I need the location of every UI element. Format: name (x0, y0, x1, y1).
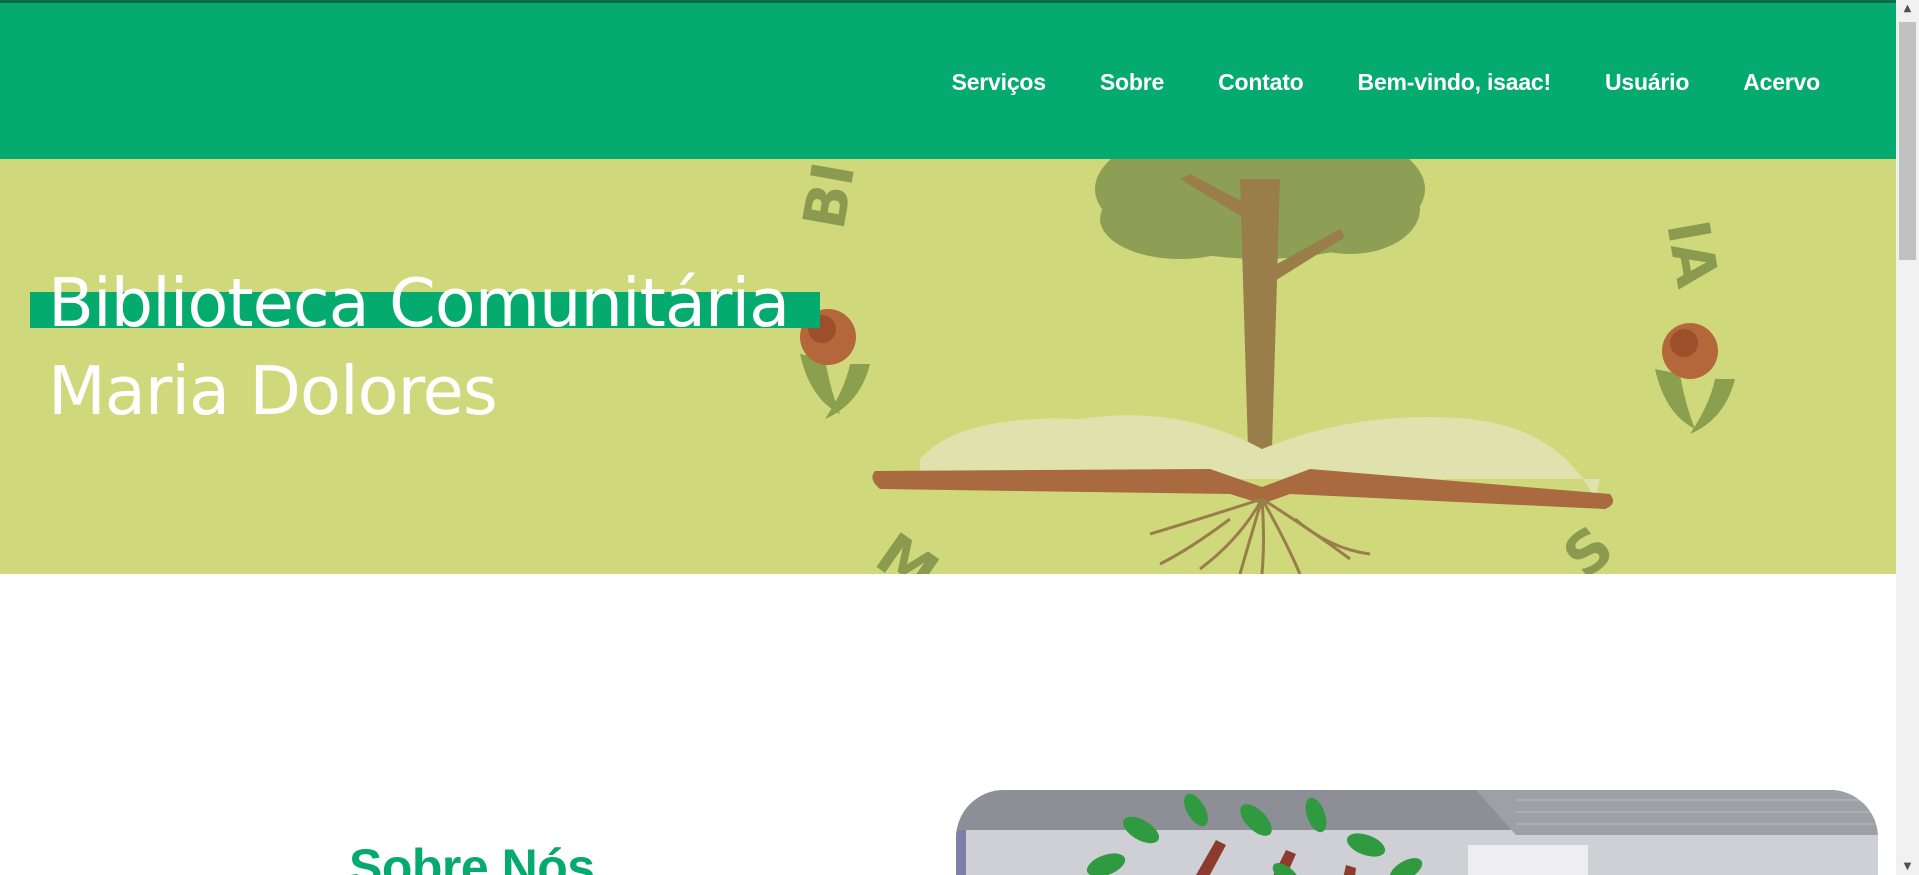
vertical-scrollbar[interactable]: ▲ ▼ (1896, 0, 1919, 875)
logo-letter-fragment: IA (1653, 215, 1732, 292)
roots-decoration (1149, 497, 1371, 574)
nav-usuario[interactable]: Usuário (1605, 69, 1689, 96)
about-section-title: Sobre Nós (349, 838, 595, 875)
page: Serviços Sobre Contato Bem-vindo, isaac!… (0, 0, 1919, 875)
scroll-up-arrow-icon[interactable]: ▲ (1896, 0, 1919, 17)
nav-sobre[interactable]: Sobre (1100, 69, 1164, 96)
flower-icon (1655, 323, 1735, 434)
logo-letter-fragment: S (1550, 513, 1626, 574)
scrollbar-thumb[interactable] (1899, 22, 1916, 260)
hero-title-line1: Biblioteca Comunitária (29, 259, 821, 347)
hero-banner: BI IA M S Biblioteca Comunitária Maria D… (0, 159, 1896, 574)
hero-title-line2: Maria Dolores (48, 351, 498, 430)
navbar: Serviços Sobre Contato Bem-vindo, isaac!… (0, 3, 1896, 159)
about-photo (956, 790, 1878, 875)
nav-contato[interactable]: Contato (1218, 69, 1304, 96)
open-book-icon (872, 415, 1614, 509)
nav-servicos[interactable]: Serviços (952, 69, 1047, 96)
logo-letter-fragment: BI (790, 159, 868, 234)
mural-tree-photo (956, 790, 1878, 875)
scroll-down-arrow-icon[interactable]: ▼ (1896, 858, 1919, 875)
nav-welcome-user[interactable]: Bem-vindo, isaac! (1358, 69, 1552, 96)
main-nav: Serviços Sobre Contato Bem-vindo, isaac!… (898, 69, 1821, 96)
logo-letter-fragment: M (864, 520, 950, 574)
hero-title: Biblioteca Comunitária Maria Dolores (29, 259, 821, 435)
nav-acervo[interactable]: Acervo (1743, 69, 1820, 96)
tree-icon (1095, 159, 1425, 455)
